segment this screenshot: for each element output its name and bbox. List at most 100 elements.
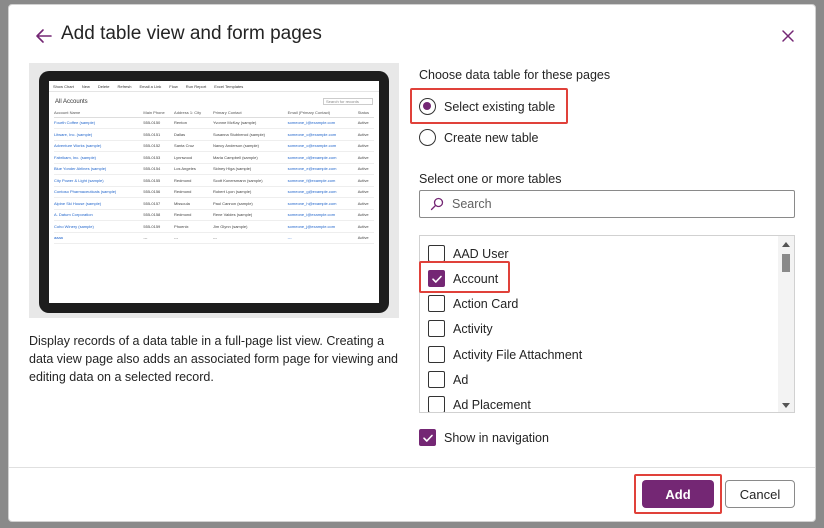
list-item[interactable]: Action Card — [428, 295, 518, 312]
show-in-navigation-toggle[interactable]: Show in navigation — [419, 429, 549, 446]
preview-command: Flow — [169, 83, 178, 89]
preview-table-cell: someone_g@example.com — [287, 186, 358, 198]
preview-table-cell: Dallas — [174, 128, 213, 141]
preview-table-cell: 555-0152 — [143, 140, 175, 152]
preview-table-cell: Redmond — [174, 209, 213, 221]
checkbox[interactable] — [428, 245, 445, 262]
preview-table-row: Contoso Pharmaceuticals (sample) 555-0156… — [54, 186, 374, 198]
preview-table-cell: Redmond — [174, 186, 213, 198]
preview-table-cell: 555-0150 — [143, 117, 175, 129]
preview-table-cell: Sidney Higa (sample) — [212, 163, 288, 175]
preview-table-row: Litware, Inc. (sample) 555-0151 Dallas Susa… — [54, 128, 374, 141]
preview-command: Excel Templates — [214, 83, 244, 89]
preview-table-cell: Contoso Pharmaceuticals (sample) — [54, 186, 144, 198]
checkbox[interactable] — [428, 396, 445, 412]
preview-table-cell: Phoenix — [174, 220, 213, 233]
add-button[interactable]: Add — [642, 480, 714, 508]
table-search-input[interactable]: Search — [419, 190, 795, 218]
preview-table-row: A. Datum Corporation 555-0158 Redmond Rene … — [54, 209, 374, 221]
preview-table-cell: Missoula — [174, 197, 213, 210]
preview-table-cell: Adventure Works (sample) — [54, 140, 144, 152]
list-item[interactable]: Ad Placement — [428, 396, 531, 412]
preview-col-header: Main Phone — [143, 109, 175, 118]
preview-table-cell: someone_e@example.com — [287, 163, 358, 175]
list-item[interactable]: Activity — [428, 320, 493, 337]
preview-table-cell: Nancy Anderson (sample) — [212, 140, 288, 152]
checkbox[interactable] — [428, 295, 445, 312]
preview-col-header: Address 1: City — [174, 109, 213, 118]
list-item[interactable]: Activity File Attachment — [428, 346, 582, 363]
list-item[interactable]: Ad — [428, 371, 468, 388]
checkbox[interactable] — [428, 320, 445, 337]
list-item-label: Ad Placement — [453, 397, 531, 412]
preview-table-row: Coho Winery (sample) 555-0159 Phoenix Jim G… — [54, 220, 374, 233]
preview-table-cell: 555-0157 — [143, 197, 175, 210]
preview-table-cell: Rene Valdes (sample) — [212, 209, 288, 221]
preview-search: Search for records — [323, 98, 373, 105]
radio-select-existing[interactable]: Select existing table — [419, 98, 555, 115]
radio-button[interactable] — [419, 98, 436, 115]
radio-button[interactable] — [419, 129, 436, 146]
preview-table-cell: Active — [357, 232, 374, 244]
checkmark-icon — [422, 434, 433, 442]
preview-table-cell: 555-0153 — [143, 151, 175, 164]
scroll-down-icon[interactable] — [782, 403, 790, 408]
list-item[interactable]: Account — [428, 270, 498, 287]
description-text: Display records of a data table in a ful… — [29, 334, 398, 384]
checkbox[interactable] — [428, 270, 445, 287]
preview-table-cell: Redmond — [174, 174, 213, 187]
preview-command: Show Chart — [53, 83, 74, 89]
preview-table-cell: Fourth Coffee (sample) — [54, 117, 144, 129]
preview-table-cell: Coho Winery (sample) — [54, 220, 144, 233]
search-icon — [430, 197, 444, 211]
checkbox[interactable] — [428, 371, 445, 388]
list-item-label: Activity File Attachment — [453, 347, 583, 362]
radio-label: Select existing table — [444, 99, 556, 114]
checkbox[interactable] — [419, 429, 436, 446]
preview-table-cell: Active — [357, 128, 374, 141]
preview-table-cell: Fabrikam, Inc. (sample) — [54, 151, 144, 164]
preview-table-cell: someone_c@example.com — [287, 140, 358, 152]
back-arrow-icon[interactable] — [33, 25, 55, 47]
preview-command: Refresh — [117, 83, 132, 89]
preview-table-cell: Active — [357, 163, 374, 175]
preview-table-cell: --- — [287, 232, 358, 244]
scroll-thumb[interactable] — [782, 254, 790, 272]
preview-table-cell: Active — [357, 197, 374, 210]
scroll-up-icon[interactable] — [782, 242, 790, 247]
preview-table-cell: Active — [357, 186, 374, 198]
preview-command: New — [81, 83, 90, 89]
preview-table-row: Adventure Works (sample) 555-0152 Santa Cr… — [54, 140, 374, 152]
footer-divider — [9, 467, 815, 468]
radio-label: Create new table — [444, 130, 539, 145]
checkbox[interactable] — [428, 346, 445, 363]
search-placeholder: Search — [452, 197, 492, 211]
preview-table-cell: 555-0151 — [143, 128, 175, 141]
preview-table-cell: Scott Konersmann (sample) — [212, 174, 288, 187]
preview-table-cell: aaaa — [54, 232, 144, 244]
cancel-button[interactable]: Cancel — [725, 480, 795, 508]
preview-table-row: aaaa --- --- --- --- Active — [54, 232, 374, 244]
show-in-navigation-label: Show in navigation — [444, 430, 549, 445]
preview-table-cell: someone_h@example.com — [287, 197, 358, 210]
choose-table-label: Choose data table for these pages — [419, 68, 611, 82]
preview-table-cell: Maria Campbell (sample) — [212, 151, 288, 164]
list-item[interactable]: AAD User — [428, 245, 509, 262]
tablet-frame: Show Chart New Delete Refresh Email a Li… — [39, 71, 389, 313]
preview-table-row: City Power & Light (sample) 555-0155 Redmo… — [54, 174, 374, 187]
list-item-label: Action Card — [453, 296, 519, 311]
dialog-title: Add table view and form pages — [61, 23, 322, 44]
preview-command: Run Report — [185, 83, 207, 89]
list-scrollbar[interactable] — [778, 236, 794, 412]
close-icon[interactable] — [777, 25, 799, 47]
preview-table-cell: someone_i@example.com — [287, 209, 358, 221]
preview-table-cell: Los Angeles — [174, 163, 213, 175]
preview-table-row: Fabrikam, Inc. (sample) 555-0153 Lynnwood M… — [54, 151, 374, 164]
preview-col-header: Status — [357, 109, 374, 118]
preview-table-cell: Active — [357, 209, 374, 221]
preview-table-cell: Active — [357, 151, 374, 164]
preview-table-cell: Susanna Stubberod (sample) — [212, 128, 288, 141]
list-item-label: Activity — [453, 321, 493, 336]
preview-table-cell: Active — [357, 220, 374, 233]
radio-create-new[interactable]: Create new table — [419, 129, 539, 146]
